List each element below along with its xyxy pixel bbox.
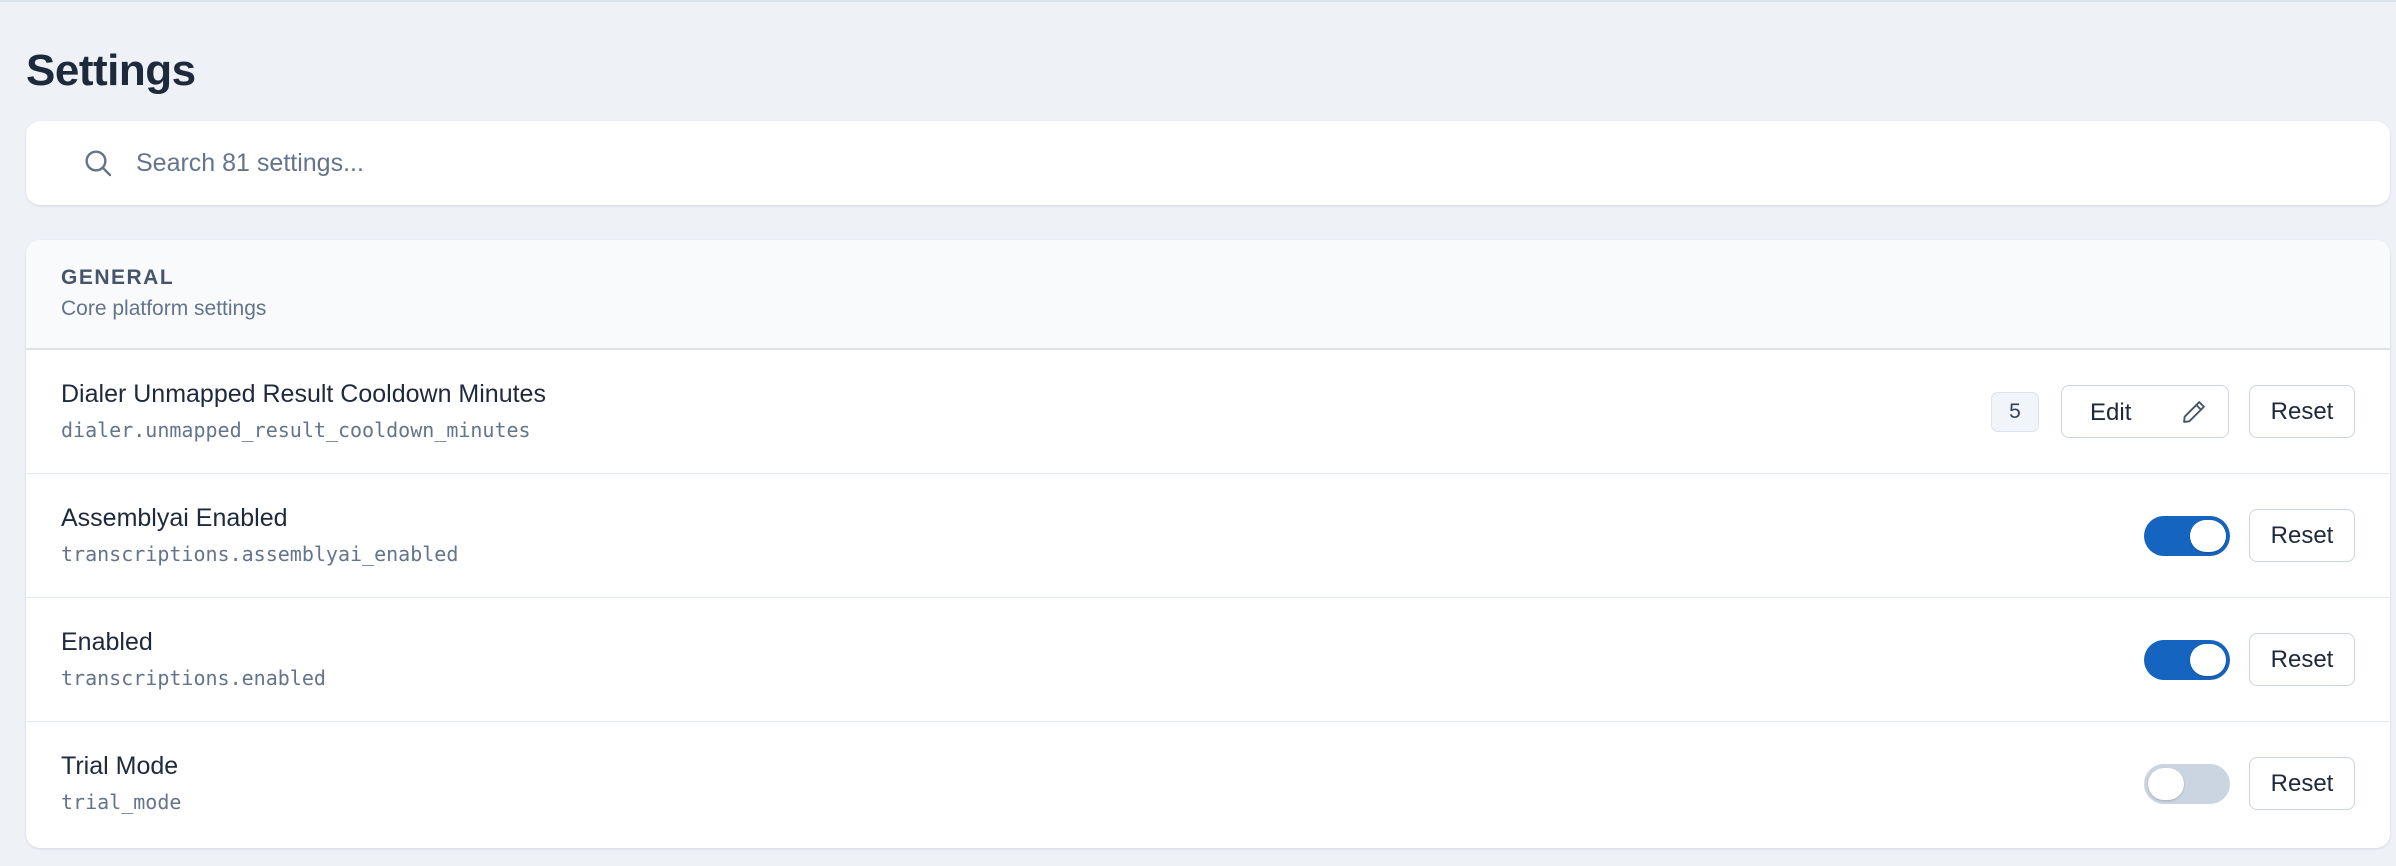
setting-name: Dialer Unmapped Result Cooldown Minutes — [61, 380, 546, 408]
setting-name: Trial Mode — [61, 752, 179, 780]
toggle-knob — [2148, 768, 2184, 800]
setting-row-transcriptions-enabled: Enabled transcriptions.enabled Reset — [26, 598, 2390, 722]
toggle-knob — [2190, 520, 2226, 552]
edit-button[interactable]: Edit — [2061, 385, 2229, 438]
edit-button-label: Edit — [2090, 399, 2132, 426]
reset-button[interactable]: Reset — [2249, 385, 2355, 438]
setting-key: dialer.unmapped_result_cooldown_minutes — [61, 418, 531, 442]
top-border — [0, 0, 2396, 2]
section-description: Core platform settings — [61, 297, 267, 320]
reset-button[interactable]: Reset — [2249, 509, 2355, 562]
setting-row-assemblyai-enabled: Assemblyai Enabled transcriptions.assemb… — [26, 474, 2390, 598]
setting-name: Enabled — [61, 628, 153, 656]
toggle-switch[interactable] — [2144, 764, 2230, 804]
page-title: Settings — [26, 46, 196, 95]
reset-button[interactable]: Reset — [2249, 757, 2355, 810]
search-icon — [85, 150, 112, 177]
toggle-switch[interactable] — [2144, 640, 2230, 680]
reset-button[interactable]: Reset — [2249, 633, 2355, 686]
toggle-switch[interactable] — [2144, 516, 2230, 556]
setting-value-badge: 5 — [1991, 392, 2039, 432]
search-bar — [26, 121, 2390, 205]
setting-name: Assemblyai Enabled — [61, 504, 288, 532]
setting-row-trial-mode: Trial Mode trial_mode Reset — [26, 722, 2390, 846]
toggle-knob — [2190, 644, 2226, 676]
setting-key: transcriptions.enabled — [61, 666, 326, 690]
setting-row-dialer-cooldown: Dialer Unmapped Result Cooldown Minutes … — [26, 350, 2390, 474]
setting-key: trial_mode — [61, 790, 182, 814]
settings-panel: GENERAL Core platform settings Dialer Un… — [26, 240, 2390, 848]
section-title: GENERAL — [61, 266, 175, 289]
pencil-icon — [2183, 401, 2205, 423]
section-header: GENERAL Core platform settings — [26, 240, 2390, 350]
search-input[interactable] — [136, 141, 2336, 185]
setting-key: transcriptions.assemblyai_enabled — [61, 542, 459, 566]
